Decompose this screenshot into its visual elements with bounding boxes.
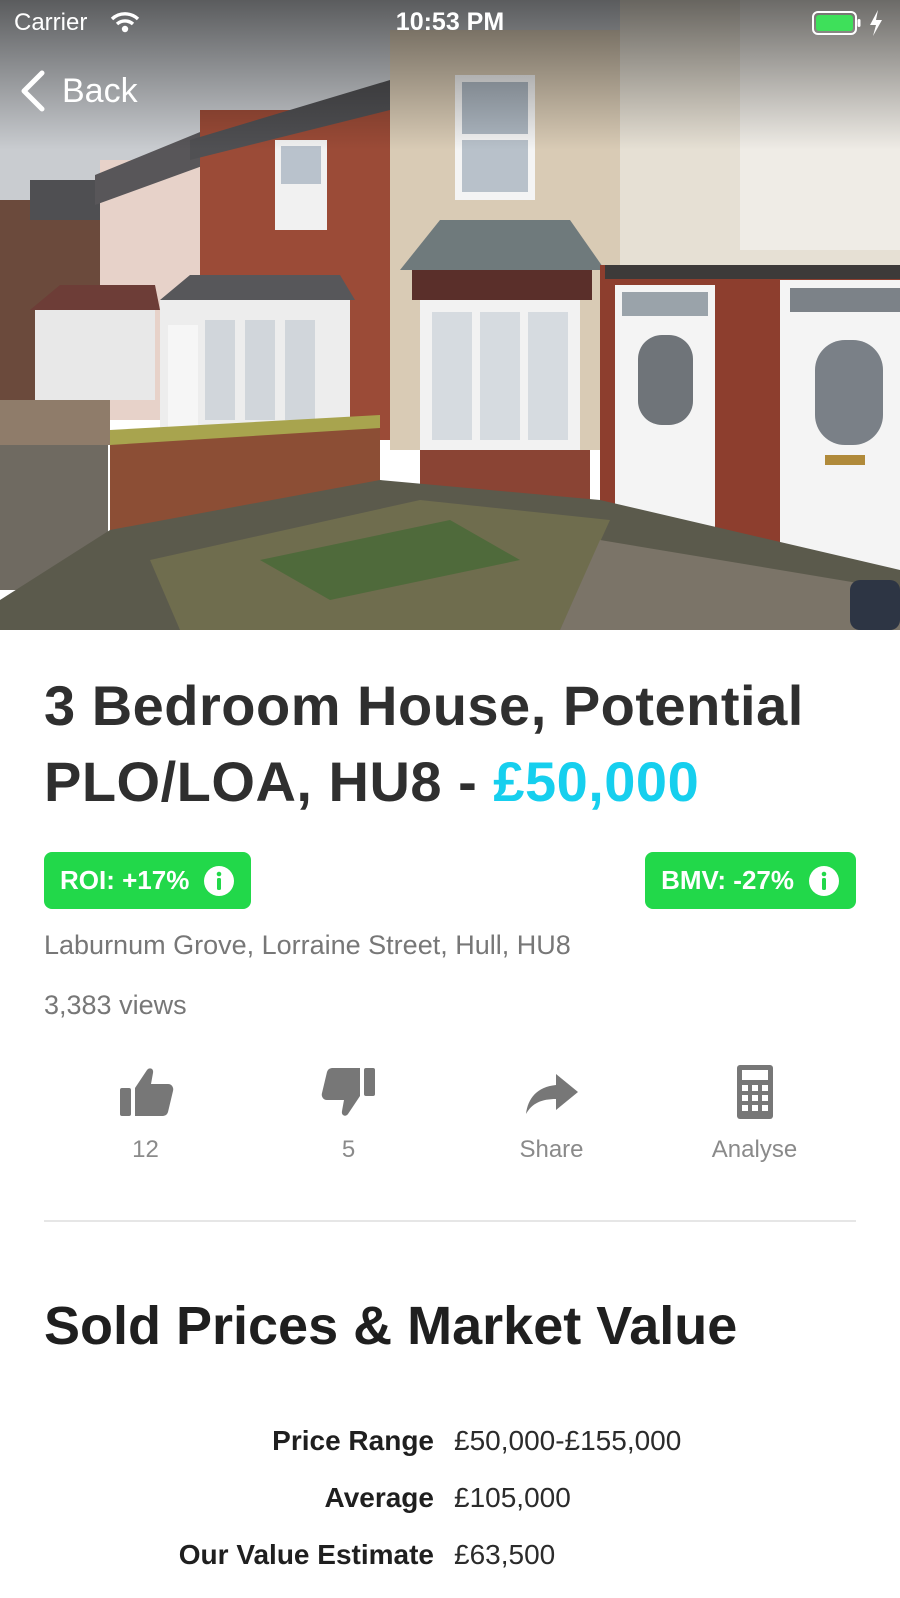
dislike-button[interactable]: 5: [247, 1062, 450, 1182]
battery-icon: [812, 11, 861, 35]
info-icon: [204, 865, 235, 896]
status-bar: Carrier 10:53 PM: [0, 0, 900, 46]
back-button[interactable]: Back: [18, 66, 138, 116]
thumbs-up-icon: [119, 1068, 173, 1116]
chevron-left-icon: [21, 70, 45, 112]
analyse-label: Analyse: [711, 1136, 798, 1163]
listing-title: 3 Bedroom House, Potential PLO/LOA, HU8 …: [44, 668, 864, 820]
info-icon: [809, 865, 839, 896]
charging-bolt-icon: [870, 10, 882, 36]
listing-address: Laburnum Grove, Lorraine Street, Hull, H…: [44, 930, 571, 960]
bmv-badge-label: BMV: -27%: [661, 865, 794, 895]
value-estimate-row: Our Value Estimate £63,500: [0, 1526, 900, 1583]
action-bar: 12 5 Share Analyse: [44, 1062, 856, 1182]
share-label: Share: [519, 1136, 584, 1163]
roi-badge-label: ROI: +17%: [60, 865, 190, 895]
sold-prices-heading: Sold Prices & Market Value: [44, 1296, 738, 1356]
price-range-key: Price Range: [272, 1424, 434, 1456]
back-label: Back: [62, 71, 138, 110]
like-button[interactable]: 12: [44, 1062, 247, 1182]
like-count: 12: [132, 1136, 159, 1163]
bmv-badge[interactable]: BMV: -27%: [645, 852, 856, 909]
average-row: Average £105,000: [0, 1469, 900, 1526]
listing-price: £50,000: [493, 750, 700, 813]
view-count: 3,383 views: [44, 990, 187, 1020]
share-icon: [525, 1074, 578, 1114]
value-estimate-value: £63,500: [454, 1538, 556, 1570]
dislike-count: 5: [341, 1136, 356, 1163]
thumbs-down-icon: [321, 1068, 375, 1116]
value-estimate-key: Our Value Estimate: [178, 1538, 434, 1570]
price-range-row: Price Range £50,000-£155,000: [0, 1412, 900, 1469]
roi-badge[interactable]: ROI: +17%: [44, 852, 252, 909]
sold-prices-table: Price Range £50,000-£155,000 Average £10…: [0, 1412, 900, 1583]
analyse-button[interactable]: Analyse: [653, 1062, 856, 1182]
status-time: 10:53 PM: [395, 8, 505, 36]
average-key: Average: [324, 1481, 434, 1513]
section-divider: [44, 1220, 856, 1222]
average-value: £105,000: [454, 1481, 571, 1513]
price-range-value: £50,000-£155,000: [454, 1424, 682, 1456]
share-button[interactable]: Share: [450, 1062, 653, 1182]
calculator-icon: [736, 1065, 773, 1119]
